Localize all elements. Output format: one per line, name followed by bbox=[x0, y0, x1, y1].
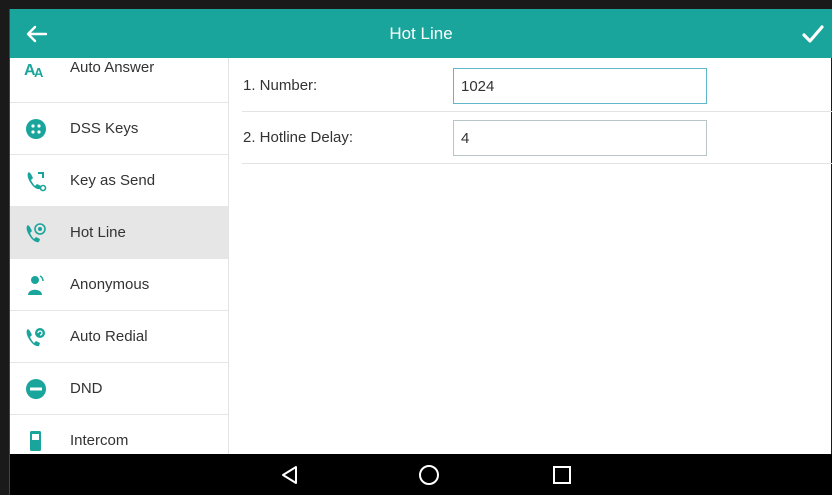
sidebar-item-dnd[interactable]: DND bbox=[10, 363, 228, 415]
number-row: 1. Number: bbox=[242, 60, 832, 112]
sidebar-item-auto-redial[interactable]: Auto Redial bbox=[10, 311, 228, 363]
title-bar: Hot Line bbox=[10, 9, 832, 58]
sidebar-item-intercom[interactable]: Intercom bbox=[10, 415, 228, 454]
sidebar-item-label: Intercom bbox=[70, 432, 129, 449]
anonymous-icon bbox=[28, 275, 44, 295]
intercom-icon bbox=[30, 431, 41, 451]
hot-line-icon bbox=[26, 223, 46, 243]
sidebar-item-dss-keys[interactable]: DSS Keys bbox=[10, 103, 228, 155]
checkmark-icon[interactable] bbox=[800, 21, 826, 47]
hotline-delay-label: 2. Hotline Delay: bbox=[243, 129, 354, 146]
nav-recents-icon[interactable] bbox=[547, 460, 577, 490]
phone-screen: Hot Line A A Auto Answer DSS Keys Key as… bbox=[9, 9, 832, 495]
sidebar-item-label: Key as Send bbox=[70, 172, 156, 189]
sidebar-item-label: Auto Redial bbox=[70, 328, 148, 345]
sidebar-item-anonymous[interactable]: Anonymous bbox=[10, 259, 228, 311]
page-title: Hot Line bbox=[389, 24, 453, 43]
dss-keys-icon bbox=[26, 119, 46, 139]
sidebar-item-label: Auto Answer bbox=[70, 59, 155, 76]
auto-redial-icon bbox=[26, 328, 45, 347]
sidebar-item-label: DSS Keys bbox=[70, 120, 139, 137]
sidebar-item-label: Hot Line bbox=[70, 224, 126, 241]
sidebar-item-auto-answer[interactable]: A A Auto Answer bbox=[10, 58, 228, 103]
hotline-settings-form: 1. Number: 2. Hotline Delay: bbox=[229, 58, 832, 454]
hotline-delay-field[interactable] bbox=[453, 120, 707, 156]
nav-home-icon[interactable] bbox=[414, 460, 444, 490]
number-field[interactable] bbox=[453, 68, 707, 104]
sidebar-item-key-as-send[interactable]: Key as Send bbox=[10, 155, 228, 207]
nav-back-icon[interactable] bbox=[275, 460, 305, 490]
hotline-delay-row: 2. Hotline Delay: bbox=[242, 112, 832, 164]
settings-sidebar: A A Auto Answer DSS Keys Key as Send Hot… bbox=[10, 58, 229, 454]
number-label: 1. Number: bbox=[243, 77, 318, 94]
auto-answer-icon: A A bbox=[24, 62, 44, 80]
sidebar-item-label: DND bbox=[70, 380, 103, 397]
sidebar-item-label: Anonymous bbox=[70, 276, 150, 293]
system-nav-bar bbox=[10, 454, 832, 495]
dnd-icon bbox=[26, 379, 46, 399]
svg-text:A: A bbox=[34, 65, 44, 80]
key-as-send-icon bbox=[27, 172, 47, 192]
sidebar-item-hot-line[interactable]: Hot Line bbox=[10, 207, 228, 259]
